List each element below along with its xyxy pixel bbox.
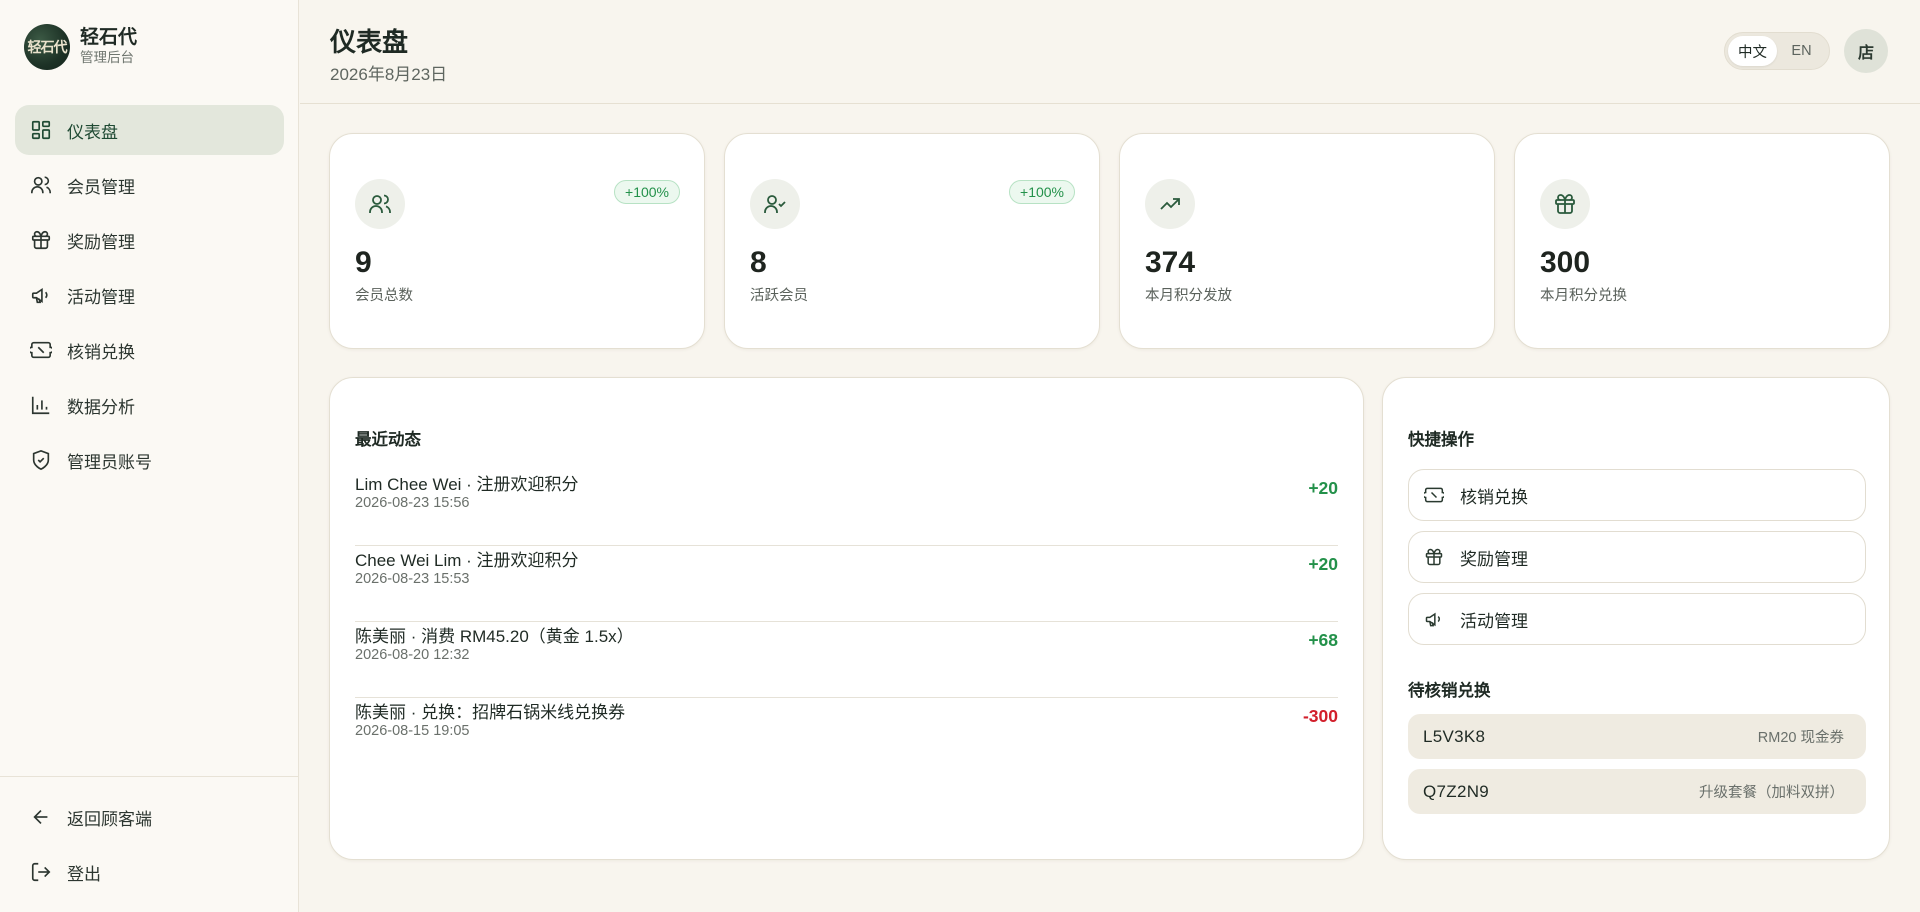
list-item: Chee Wei Lim · 注册欢迎积分 2026-08-23 15:53 +… <box>355 546 1338 622</box>
quick-actions-title: 快捷操作 <box>1408 431 1474 449</box>
activity-points: +20 <box>1308 478 1338 498</box>
logout-label: 登出 <box>67 864 101 884</box>
ticket-icon <box>1424 485 1444 505</box>
brand-name: 轻石代 <box>80 27 138 48</box>
stat-label: 会员总数 <box>355 288 413 304</box>
shield-icon <box>30 449 52 471</box>
list-item: 陈美丽 · 兑换：招牌石锅米线兑换券 2026-08-15 19:05 -300 <box>355 698 1338 774</box>
page-date: 2026年8月23日 <box>330 65 448 84</box>
stat-value: 9 <box>355 246 372 279</box>
logout-button[interactable]: 登出 <box>15 847 284 897</box>
arrow-left-icon <box>30 806 52 828</box>
stat-value: 374 <box>1145 246 1196 279</box>
activity-time: 2026-08-15 19:05 <box>355 723 470 739</box>
back-to-customer-button[interactable]: 返回顾客端 <box>15 792 284 842</box>
redemption-reward: 升级套餐（加料双拼） <box>1699 785 1844 801</box>
activity-time: 2026-08-20 12:32 <box>355 647 470 663</box>
sidebar-item-admins[interactable]: 管理员账号 <box>15 435 284 485</box>
sidebar-nav: 仪表盘 会员管理 奖励管理 活动管理 核销兑换 数据分析 管理员账号 <box>15 105 284 490</box>
list-item: Lim Chee Wei · 注册欢迎积分 2026-08-23 15:56 +… <box>355 470 1338 546</box>
lang-en-button[interactable]: EN <box>1777 36 1826 66</box>
megaphone-icon <box>1424 609 1444 629</box>
quick-redemption-button[interactable]: 核销兑换 <box>1408 469 1866 521</box>
quick-action-label: 核销兑换 <box>1460 487 1528 507</box>
activity-time: 2026-08-23 15:53 <box>355 571 470 587</box>
sidebar-item-label: 管理员账号 <box>67 452 152 472</box>
redemption-code: Q7Z2N9 <box>1423 781 1490 801</box>
top-header: 仪表盘 2026年8月23日 中文 EN 店 <box>300 0 1920 104</box>
sidebar-item-members[interactable]: 会员管理 <box>15 160 284 210</box>
sidebar-item-rewards[interactable]: 奖励管理 <box>15 215 284 265</box>
activity-time: 2026-08-23 15:56 <box>355 495 470 511</box>
recent-activity-panel: 最近动态 Lim Chee Wei · 注册欢迎积分 2026-08-23 15… <box>329 377 1364 860</box>
activity-points: +68 <box>1308 630 1338 650</box>
growth-badge: +100% <box>1009 180 1075 204</box>
activity-description: 陈美丽 · 消费 RM45.20（黄金 1.5x） <box>355 627 634 646</box>
redemption-reward: RM20 现金券 <box>1757 730 1844 746</box>
activity-points: +20 <box>1308 554 1338 574</box>
pending-redemptions-title: 待核销兑换 <box>1408 682 1491 700</box>
users-icon <box>355 179 405 229</box>
quick-action-label: 奖励管理 <box>1460 549 1528 569</box>
trending-up-icon <box>1145 179 1195 229</box>
brand-text: 轻石代 管理后台 <box>80 27 137 67</box>
stat-value: 300 <box>1540 246 1591 279</box>
stat-card-points-redeemed: 300 本月积分兑换 <box>1514 133 1890 349</box>
quick-campaigns-button[interactable]: 活动管理 <box>1408 593 1866 645</box>
activity-description: 陈美丽 · 兑换：招牌石锅米线兑换券 <box>355 703 626 722</box>
sidebar-footer: 返回顾客端 登出 <box>0 776 299 902</box>
activity-list: Lim Chee Wei · 注册欢迎积分 2026-08-23 15:56 +… <box>355 470 1338 774</box>
sidebar-item-label: 奖励管理 <box>67 232 135 252</box>
language-toggle: 中文 EN <box>1724 32 1830 70</box>
stat-label: 本月积分兑换 <box>1540 288 1627 304</box>
sidebar-item-label: 仪表盘 <box>67 122 118 142</box>
redemption-code: L5V3K8 <box>1423 726 1486 746</box>
sidebar-item-label: 数据分析 <box>67 397 135 417</box>
list-item: 陈美丽 · 消费 RM45.20（黄金 1.5x） 2026-08-20 12:… <box>355 622 1338 698</box>
stat-card-active-members: +100% 8 活跃会员 <box>724 133 1100 349</box>
quick-actions-panel: 快捷操作 核销兑换 奖励管理 活动管理 待核销兑换 L5V3K8 RM20 现金… <box>1382 377 1890 860</box>
pending-redemptions-list: L5V3K8 RM20 现金券 Q7Z2N9 升级套餐（加料双拼） <box>1408 714 1866 824</box>
quick-rewards-button[interactable]: 奖励管理 <box>1408 531 1866 583</box>
stat-value: 8 <box>750 246 767 279</box>
quick-action-label: 活动管理 <box>1460 611 1528 631</box>
sidebar-item-redemption[interactable]: 核销兑换 <box>15 325 284 375</box>
stat-card-total-members: +100% 9 会员总数 <box>329 133 705 349</box>
gift-icon <box>1424 547 1444 567</box>
avatar[interactable]: 店 <box>1844 29 1888 73</box>
users-icon <box>30 174 52 196</box>
page-title: 仪表盘 <box>330 27 409 57</box>
quick-actions-list: 核销兑换 奖励管理 活动管理 <box>1408 469 1866 655</box>
sidebar-item-label: 核销兑换 <box>67 342 135 362</box>
pending-redemption-item[interactable]: L5V3K8 RM20 现金券 <box>1408 714 1866 759</box>
sidebar-item-label: 活动管理 <box>67 287 135 307</box>
stat-label: 活跃会员 <box>750 288 808 304</box>
sidebar-item-campaigns[interactable]: 活动管理 <box>15 270 284 320</box>
pending-redemption-item[interactable]: Q7Z2N9 升级套餐（加料双拼） <box>1408 769 1866 814</box>
brand-subtitle: 管理后台 <box>80 50 134 65</box>
gift-icon <box>30 229 52 251</box>
stat-label: 本月积分发放 <box>1145 288 1232 304</box>
back-to-customer-label: 返回顾客端 <box>67 809 152 829</box>
sidebar-item-dashboard[interactable]: 仪表盘 <box>15 105 284 155</box>
ticket-icon <box>30 339 52 361</box>
megaphone-icon <box>30 284 52 306</box>
sidebar: 轻石代 轻石代 管理后台 仪表盘 会员管理 奖励管理 活动管理 核销兑换 数据分… <box>0 0 299 912</box>
recent-activity-title: 最近动态 <box>355 431 421 449</box>
dashboard-icon <box>30 119 52 141</box>
activity-description: Lim Chee Wei · 注册欢迎积分 <box>355 475 579 494</box>
brand[interactable]: 轻石代 轻石代 管理后台 <box>24 24 137 70</box>
bar-chart-icon <box>30 394 52 416</box>
user-check-icon <box>750 179 800 229</box>
activity-description: Chee Wei Lim · 注册欢迎积分 <box>355 551 579 570</box>
activity-points: -300 <box>1302 706 1338 726</box>
lang-zh-button[interactable]: 中文 <box>1728 36 1777 66</box>
sidebar-item-label: 会员管理 <box>67 177 135 197</box>
growth-badge: +100% <box>614 180 680 204</box>
sidebar-item-analytics[interactable]: 数据分析 <box>15 380 284 430</box>
logout-icon <box>30 861 52 883</box>
brand-logo: 轻石代 <box>24 24 70 70</box>
stat-card-points-issued: 374 本月积分发放 <box>1119 133 1495 349</box>
gift-icon <box>1540 179 1590 229</box>
